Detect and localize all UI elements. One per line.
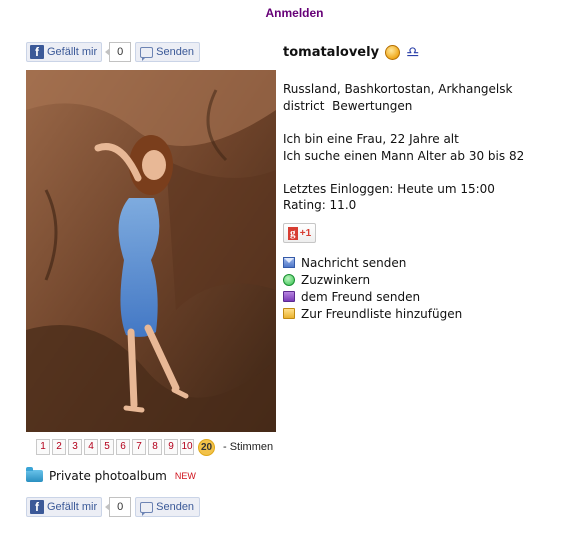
google-plus-icon: g bbox=[287, 226, 298, 240]
rate-option[interactable]: 4 bbox=[84, 439, 98, 455]
about: Ich bin eine Frau, 22 Jahre alt Ich such… bbox=[283, 131, 553, 165]
album-folder-icon bbox=[26, 467, 43, 482]
facebook-send-button[interactable]: Senden bbox=[135, 497, 201, 517]
mail-icon bbox=[283, 257, 295, 268]
like-count: 0 bbox=[105, 497, 132, 517]
private-album-row: Private photoalbum NEW bbox=[26, 467, 196, 483]
location-district: district bbox=[283, 99, 325, 113]
current-rating-badge: 20 bbox=[198, 438, 215, 456]
social-bar-top: f Gefällt mir 0 Senden bbox=[26, 42, 201, 62]
rate-option[interactable]: 9 bbox=[164, 439, 178, 455]
friend-icon bbox=[283, 291, 295, 302]
profile-header: tomatalovely ♎ bbox=[283, 42, 553, 62]
facebook-like-button[interactable]: f Gefällt mir bbox=[26, 42, 103, 62]
send-label: Senden bbox=[156, 46, 195, 58]
rate-option[interactable]: 8 bbox=[148, 439, 162, 455]
like-label: Gefällt mir bbox=[47, 46, 98, 58]
birthday-icon bbox=[385, 44, 401, 60]
facebook-icon: f bbox=[30, 500, 44, 514]
rate-option[interactable]: 2 bbox=[52, 439, 66, 455]
rate-option[interactable]: 10 bbox=[180, 439, 194, 455]
rate-option[interactable]: 1 bbox=[36, 439, 50, 455]
wink-action[interactable]: Zuzwinkern bbox=[283, 271, 553, 288]
send-to-friend-action[interactable]: dem Freund senden bbox=[283, 288, 553, 305]
rate-option[interactable]: 5 bbox=[100, 439, 114, 455]
libra-zodiac-icon: ♎ bbox=[406, 42, 420, 61]
location-line-2: district Bewertungen bbox=[283, 98, 553, 115]
last-login: Letztes Einloggen: Heute um 15:00 bbox=[283, 182, 495, 196]
facebook-like-button[interactable]: f Gefällt mir bbox=[26, 497, 103, 517]
like-label: Gefällt mir bbox=[47, 501, 98, 513]
add-to-friendlist-action[interactable]: Zur Freundliste hinzufügen bbox=[283, 305, 553, 322]
rating-scale: 1 2 3 4 5 6 7 8 9 10 20 - Stimmen bbox=[36, 438, 273, 456]
username: tomatalovely bbox=[283, 44, 380, 60]
action-label: Nachricht senden bbox=[301, 255, 407, 270]
profile-info: tomatalovely ♎ Russland, Bashkortostan, … bbox=[283, 42, 553, 322]
google-plus-label: +1 bbox=[299, 227, 312, 239]
about-looking-for: Ich suche einen Mann Alter ab 30 bis 82 bbox=[283, 149, 525, 163]
action-label: Zuzwinkern bbox=[301, 272, 371, 287]
wink-icon bbox=[283, 273, 295, 286]
profile-photo-image bbox=[26, 70, 276, 432]
location-line: Russland, Bashkortostan, Arkhangelsk bbox=[283, 82, 513, 96]
facebook-icon: f bbox=[30, 45, 44, 59]
google-plus-button[interactable]: g +1 bbox=[283, 223, 316, 243]
rate-option[interactable]: 6 bbox=[116, 439, 130, 455]
votes-label: - Stimmen bbox=[223, 441, 274, 453]
login-link[interactable]: Anmelden bbox=[0, 6, 563, 20]
rating-value: Rating: 11.0 bbox=[283, 198, 357, 212]
like-count: 0 bbox=[105, 42, 132, 62]
folder-icon bbox=[283, 308, 295, 319]
location: Russland, Bashkortostan, Arkhangelsk dis… bbox=[283, 81, 553, 115]
send-icon bbox=[140, 501, 154, 516]
profile-photo[interactable] bbox=[26, 70, 276, 432]
social-bar-bottom: f Gefällt mir 0 Senden bbox=[26, 497, 201, 517]
about-gender-age: Ich bin eine Frau, 22 Jahre alt bbox=[283, 132, 459, 146]
send-icon bbox=[140, 46, 154, 61]
rate-option[interactable]: 3 bbox=[68, 439, 82, 455]
rate-option[interactable]: 7 bbox=[132, 439, 146, 455]
new-badge: NEW bbox=[174, 471, 196, 481]
facebook-send-button[interactable]: Senden bbox=[135, 42, 201, 62]
send-label: Senden bbox=[156, 501, 195, 513]
send-message-action[interactable]: Nachricht senden bbox=[283, 254, 553, 271]
ratings-link[interactable]: Bewertungen bbox=[332, 99, 412, 113]
status: Letztes Einloggen: Heute um 15:00 Rating… bbox=[283, 181, 553, 213]
action-label: Zur Freundliste hinzufügen bbox=[301, 306, 463, 321]
action-label: dem Freund senden bbox=[301, 289, 421, 304]
action-list: Nachricht senden Zuzwinkern dem Freund s… bbox=[283, 254, 553, 322]
private-album-link[interactable]: Private photoalbum bbox=[49, 469, 167, 483]
